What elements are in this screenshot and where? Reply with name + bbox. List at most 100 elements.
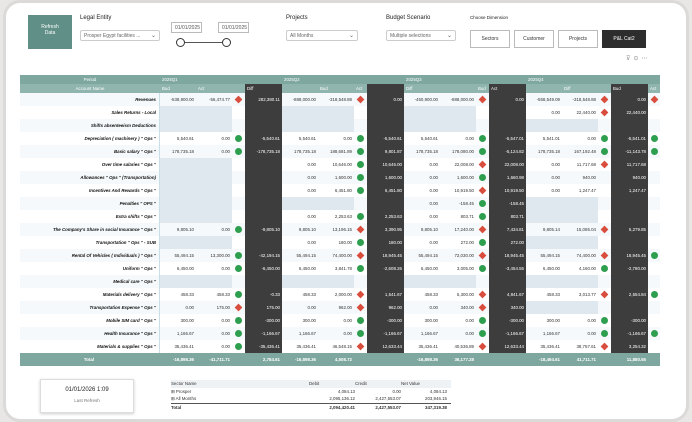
matrix-cell: [611, 119, 648, 132]
matrix-cell: [404, 119, 440, 132]
variance-indicator: [354, 249, 367, 262]
variance-indicator: [232, 262, 245, 275]
summary-cell: ⊞ All Months: [171, 396, 197, 401]
dimension-sectors-button[interactable]: Sectors: [470, 30, 510, 48]
matrix-cell: -300.00: [245, 314, 282, 327]
matrix-cell: 0.00: [429, 201, 438, 206]
matrix-cell: [562, 197, 598, 210]
matrix-cell: [489, 275, 526, 288]
projects-dropdown[interactable]: All Months ⌄: [286, 30, 358, 41]
slider-end-handle[interactable]: [222, 38, 231, 47]
favorable-circle-icon: [479, 174, 486, 181]
variance-indicator: [354, 236, 367, 249]
summary-cell: 203,946.15: [425, 396, 447, 401]
variance-indicator: [476, 353, 489, 366]
table-row[interactable]: Sales Returns - Local 0.00 22,440.00 22,440…: [20, 106, 660, 119]
row-account-label: Medical care " Ops ": [20, 275, 160, 288]
matrix-cell: 10,919.50: [489, 184, 526, 197]
matrix-cell: -18,494.61: [539, 357, 560, 362]
matrix-cell: 0.00: [429, 175, 438, 180]
table-row[interactable]: Over time salaries " Ops " 0.00 10,646.00 1…: [20, 158, 660, 171]
more-icon[interactable]: ⋯: [641, 56, 650, 62]
last-refresh-label: Last Refresh: [74, 398, 100, 403]
table-row[interactable]: Uniform " Ops " 6,450.00 0.00 -6,450.00 6,45…: [20, 262, 660, 275]
dimension-projects-button[interactable]: Projects: [558, 30, 598, 48]
matrix-cell: [367, 353, 404, 366]
header-measure: Bud: [320, 86, 328, 91]
matrix-cell: 0.00: [587, 136, 596, 141]
table-row[interactable]: Rental Of Vehicles ( Individuals ) " Ops…: [20, 249, 660, 262]
unfavorable-diamond-icon: [356, 303, 365, 312]
table-row[interactable]: Medical care " Ops ": [20, 275, 660, 288]
matrix-cell: [245, 210, 282, 223]
unfavorable-diamond-icon: [356, 342, 365, 351]
dimension-customer-button[interactable]: Customer: [514, 30, 554, 48]
variance-indicator: [354, 353, 367, 366]
matrix-cell: 22,440.00: [611, 106, 648, 119]
matrix-cell: 0.00: [307, 188, 316, 193]
variance-indicator: [232, 353, 245, 366]
matrix-cell: 18,945.45: [367, 249, 404, 262]
matrix-cell: [160, 184, 196, 197]
table-row[interactable]: Materials & supplies " Ops " 35,436.41 0.0…: [20, 340, 660, 353]
unfavorable-diamond-icon: [478, 251, 487, 260]
summary-row[interactable]: ⊞ All Months 2,095,136.12 2,427,553.07 203,…: [171, 395, 451, 403]
chevron-down-icon: ⌄: [446, 33, 452, 39]
matrix-cell: [160, 210, 196, 223]
table-row[interactable]: Shifts absenteeism Deductions: [20, 119, 660, 132]
matrix-cell: [282, 197, 318, 210]
matrix-cell: 74,400.00: [332, 253, 352, 258]
date-from-input[interactable]: 01/01/2025: [171, 22, 202, 33]
budget-scenario-dropdown[interactable]: Multiple selections ⌄: [386, 30, 456, 41]
variance-indicator: [648, 301, 660, 314]
matrix-cell: 1,247.47: [611, 184, 648, 197]
matrix-cell: -6,450.00: [245, 262, 282, 275]
unfavorable-diamond-icon: [356, 225, 365, 234]
summary-row[interactable]: Total 2,094,420.41 2,427,553.07 347,319.38: [171, 402, 451, 411]
variance-indicator: [232, 314, 245, 327]
unfavorable-diamond-icon: [600, 225, 609, 234]
matrix-cell: [245, 197, 282, 210]
date-to-input[interactable]: 01/01/2025: [218, 22, 249, 33]
matrix-cell: 175.00: [216, 305, 230, 310]
table-row[interactable]: Health Insurance " Ops " 1,166.67 0.00 -1,1…: [20, 327, 660, 340]
table-row[interactable]: Incentives And Rewards " Ops " 0.00 6,451.…: [20, 184, 660, 197]
table-row[interactable]: Transportation " Ops " - SUB 0.00 180.00 18…: [20, 236, 660, 249]
table-row[interactable]: Depreciation ( machinery ) " Ops " 5,540.…: [20, 132, 660, 145]
table-row[interactable]: Extra shifts " Ops " 0.00 2,253.63 2,253.63…: [20, 210, 660, 223]
variance-indicator: [232, 145, 245, 158]
matrix-cell: 5,541.01: [542, 136, 560, 141]
table-row[interactable]: Mobile SIM card " Ops " 300.00 0.00 -300.00…: [20, 314, 660, 327]
matrix-cell: 9,805.14: [542, 227, 560, 232]
matrix-cell: 0.00: [185, 305, 194, 310]
variance-indicator: [476, 132, 489, 145]
matrix-cell: [404, 275, 440, 288]
date-range-slider[interactable]: [176, 38, 231, 47]
matrix-cell: 0.00: [221, 344, 230, 349]
table-row[interactable]: Transportation Expense " Ops " 0.00 175.00…: [20, 301, 660, 314]
favorable-circle-icon: [357, 135, 364, 142]
table-row[interactable]: Revenues -538,900.00 -56,474.77 282,380.11 -…: [20, 93, 660, 106]
matrix-cell: 175.00: [245, 301, 282, 314]
matrix-cell: 13,300.00: [210, 253, 230, 258]
refresh-data-button[interactable]: Refresh Data: [28, 15, 72, 49]
summary-row[interactable]: ⊞ Prosper 4,084.13 0.00 4,084.13: [171, 388, 451, 396]
variance-indicator: [648, 184, 660, 197]
favorable-circle-icon: [235, 148, 242, 155]
favorable-circle-icon: [479, 239, 486, 246]
dimension-pl-cat2-button[interactable]: P&L Cat2: [602, 30, 646, 48]
matrix-cell: 10,646.00: [367, 158, 404, 171]
slider-start-handle[interactable]: [176, 38, 185, 47]
table-row[interactable]: Basic salary " Ops " 178,735.18 0.00 -178,7…: [20, 145, 660, 158]
table-row[interactable]: Materials delivery " Ops " 458.33 458.33 -0…: [20, 288, 660, 301]
matrix-cell: 35,436.41: [174, 344, 194, 349]
table-row[interactable]: Penalties " OPS " 0.00 -158.45 -158.45: [20, 197, 660, 210]
table-row[interactable]: The Company's Share in social Insurance …: [20, 223, 660, 236]
table-row[interactable]: Allowances " Ops " (Transportation) 0.00 1…: [20, 171, 660, 184]
header-measure: Act: [356, 86, 363, 91]
legal-entity-value: Prosper Egypt facilities ...: [84, 33, 141, 39]
unfavorable-diamond-icon: [600, 95, 609, 104]
legal-entity-dropdown[interactable]: Prosper Egypt facilities ... ⌄: [80, 30, 160, 41]
summary-cell: 2,095,136.12: [329, 396, 355, 401]
matrix-cell: 962.00: [367, 301, 404, 314]
